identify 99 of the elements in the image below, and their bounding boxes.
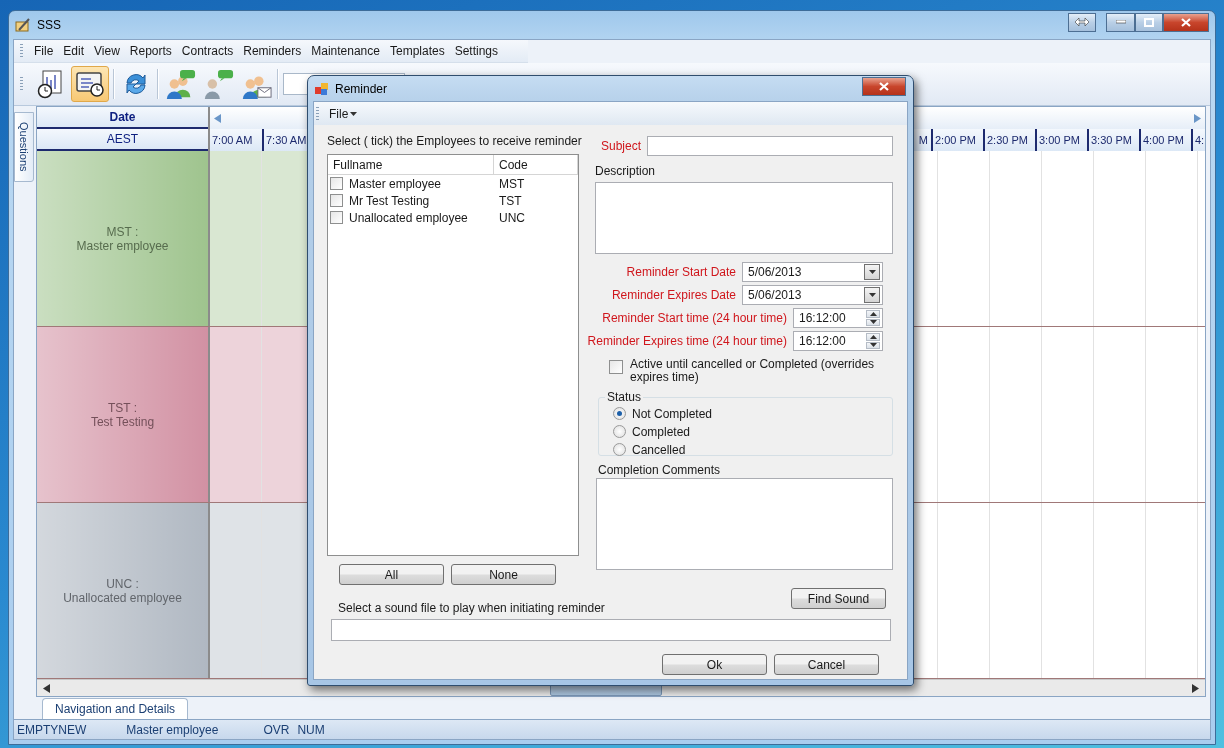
employee-code: MST — [498, 176, 526, 191]
menu-item[interactable]: File — [29, 42, 59, 60]
minimize-button[interactable] — [1106, 12, 1135, 32]
employee-name: Master employee — [349, 176, 442, 191]
menu-item[interactable]: Templates — [384, 42, 450, 60]
status-label: Status — [606, 390, 643, 404]
column-header[interactable]: Code — [494, 155, 578, 174]
radio-button[interactable] — [613, 407, 626, 420]
minimize-icon — [1115, 20, 1126, 24]
resize-icon — [1075, 18, 1089, 26]
employee-name: Mr Test Testing — [349, 193, 430, 208]
active-until-label: Active until cancelled or Completed (overrides expires time) — [630, 358, 876, 384]
scroll-right-icon[interactable] — [1192, 683, 1199, 693]
up-icon — [869, 334, 877, 339]
bottom-tab[interactable]: Navigation and Details — [42, 698, 189, 719]
time-spinner[interactable]: 16:12:00 — [793, 331, 883, 351]
menu-item[interactable]: Reminders — [238, 42, 307, 60]
status-text: OVR — [263, 722, 290, 737]
dialog-title: Reminder — [335, 81, 389, 96]
status-text: NUM — [297, 722, 325, 737]
employee-name: Unallocated employee — [63, 590, 182, 605]
radio-button[interactable] — [613, 443, 626, 456]
time-value: 16:12:00 — [799, 311, 846, 325]
description-label: Description — [595, 164, 657, 178]
window-title: SSS — [37, 18, 62, 32]
maximize-button[interactable] — [1135, 12, 1163, 32]
date-picker[interactable]: 5/06/2013 — [742, 262, 883, 282]
date-picker[interactable]: 5/06/2013 — [742, 285, 883, 305]
date-value: 5/06/2013 — [748, 288, 802, 302]
employee-name: Master employee — [76, 238, 169, 253]
dialog-button[interactable]: Cancel — [774, 654, 879, 675]
close-button[interactable] — [862, 77, 906, 96]
chart-clock-icon — [37, 69, 63, 99]
comments-field[interactable] — [596, 478, 893, 570]
menu-item[interactable]: Reports — [124, 42, 177, 60]
time-spinner[interactable]: 16:12:00 — [793, 308, 883, 328]
up-icon — [869, 311, 877, 316]
close-icon — [1181, 17, 1191, 27]
find-sound-button[interactable]: Find Sound — [791, 588, 886, 609]
radio-button[interactable] — [613, 425, 626, 438]
comments-label: Completion Comments — [598, 463, 722, 477]
person-message-icon — [202, 68, 234, 100]
menu-item[interactable]: File — [325, 104, 362, 123]
subject-label: Subject — [601, 139, 642, 153]
radio-label: Completed — [632, 424, 691, 439]
description-field[interactable] — [595, 182, 893, 254]
down-icon — [869, 343, 877, 348]
checkbox[interactable] — [330, 177, 343, 190]
people-message-icon — [164, 68, 196, 100]
caret-icon — [350, 111, 358, 116]
dropdown-icon — [868, 293, 876, 297]
time-label: Reminder Expires time (24 hour time) — [587, 334, 787, 348]
time-header: 7:00 AM — [211, 133, 254, 148]
employee-code: UNC : — [106, 576, 139, 591]
scroll-left-icon[interactable] — [43, 683, 50, 693]
menu-item[interactable]: View — [89, 42, 125, 60]
status-text: Master employee — [126, 722, 219, 737]
checkbox[interactable] — [330, 211, 343, 224]
employee-code: TST — [498, 193, 523, 208]
date-value: 5/06/2013 — [748, 265, 802, 279]
menu-item[interactable]: Settings — [449, 42, 504, 60]
date-header: Date — [37, 107, 208, 129]
close-button[interactable] — [1163, 12, 1209, 32]
employee-name: Test Testing — [90, 414, 155, 429]
subject-field[interactable] — [647, 136, 893, 156]
status-text: EMPTYNEW — [17, 722, 87, 737]
dialog-button[interactable]: Ok — [662, 654, 767, 675]
checkbox[interactable] — [609, 360, 623, 374]
restore-size-button[interactable] — [1068, 12, 1096, 32]
side-tab[interactable]: Questions — [14, 112, 34, 182]
menu-item[interactable]: Maintenance — [306, 42, 385, 60]
maximize-icon — [1144, 17, 1154, 27]
menu-item[interactable]: Contracts — [176, 42, 239, 60]
timezone-header: AEST — [37, 129, 208, 151]
radio-label: Not Completed — [632, 406, 713, 421]
time-header: M — [917, 133, 929, 148]
radio-label: Cancelled — [632, 442, 686, 457]
date-label: Reminder Expires Date — [611, 288, 736, 302]
toolbar-button[interactable] — [71, 66, 109, 102]
sound-label: Select a sound file to play when initiating reminder — [338, 601, 605, 615]
employee-code: UNC — [498, 210, 526, 225]
menu-item[interactable]: Edit — [58, 42, 90, 60]
employee-code: TST : — [107, 400, 138, 415]
employee-name: Unallocated employee — [349, 210, 468, 225]
column-header[interactable]: Fullname — [328, 155, 494, 174]
down-icon — [869, 320, 877, 325]
list-button[interactable]: None — [451, 564, 556, 585]
time-label: Reminder Start time (24 hour time) — [602, 311, 787, 325]
checkbox[interactable] — [330, 194, 343, 207]
close-icon — [879, 82, 889, 91]
app-icon — [15, 18, 31, 32]
sound-file-field[interactable] — [331, 619, 891, 641]
list-button[interactable]: All — [339, 564, 444, 585]
employee-code: MST : — [106, 224, 139, 239]
time-value: 16:12:00 — [799, 334, 846, 348]
dropdown-icon — [868, 270, 876, 274]
app-icon — [315, 81, 329, 96]
date-label: Reminder Start Date — [626, 265, 736, 279]
calendar-clock-icon — [75, 70, 105, 98]
